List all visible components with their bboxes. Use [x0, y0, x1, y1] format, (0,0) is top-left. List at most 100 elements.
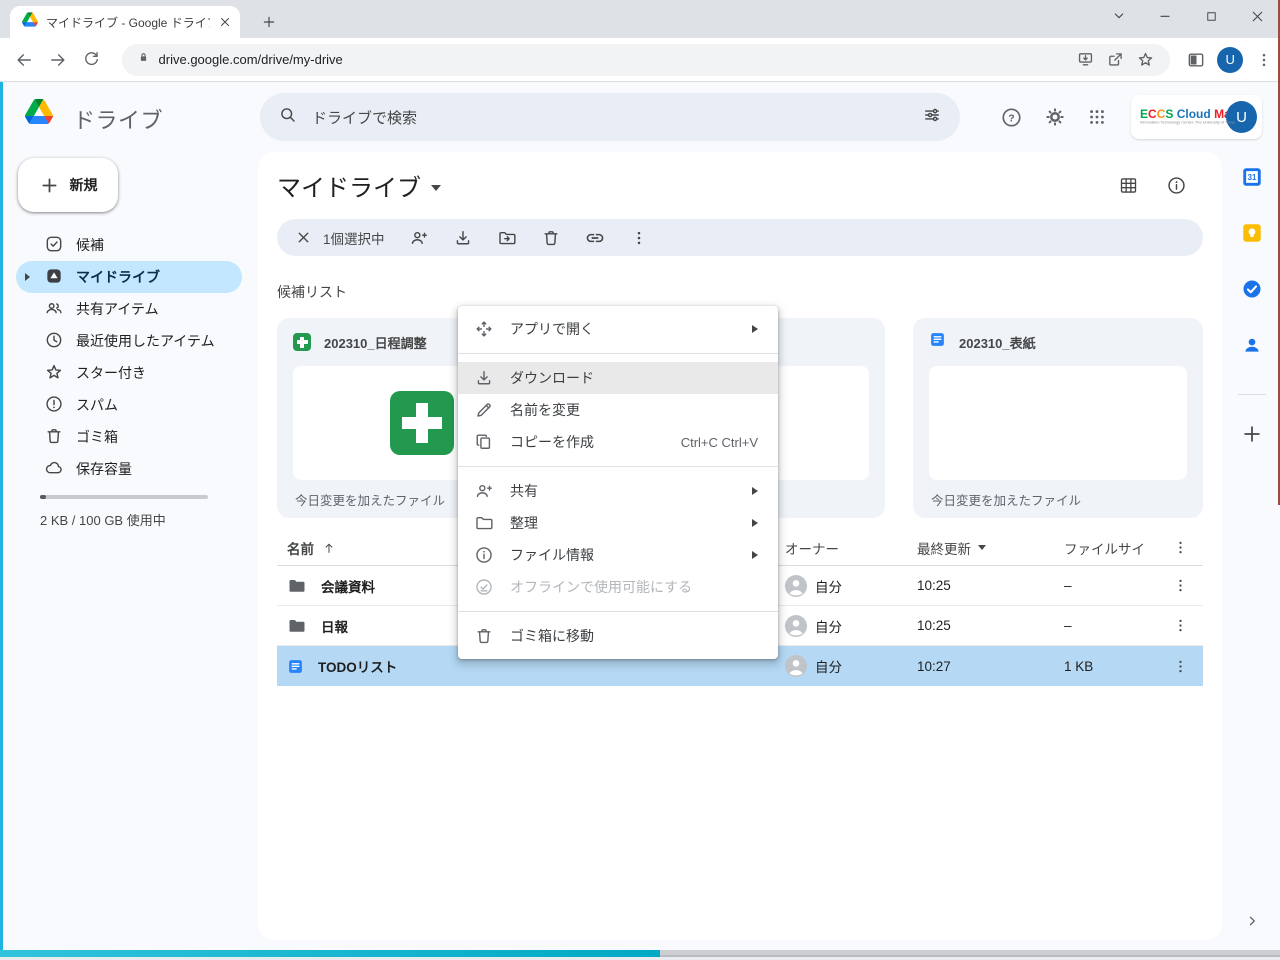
- sidebar-item-storage[interactable]: 保存容量: [16, 453, 242, 485]
- submenu-arrow-icon: [752, 325, 758, 333]
- browser-tab[interactable]: マイドライブ - Google ドライブ: [10, 6, 240, 38]
- search-icon[interactable]: [278, 105, 298, 130]
- menu-item-download[interactable]: ダウンロード: [458, 362, 778, 394]
- install-icon[interactable]: [1070, 50, 1100, 69]
- side-panel-icon[interactable]: [1180, 44, 1212, 76]
- address-bar[interactable]: drive.google.com/drive/my-drive: [122, 44, 1171, 76]
- modified-time: 10:25: [917, 566, 951, 605]
- sidebar-item-trash[interactable]: ゴミ箱: [16, 421, 242, 453]
- file-card-docs[interactable]: 202310_表紙 今日変更を加えたファイル: [913, 318, 1203, 518]
- menu-item-rename[interactable]: 名前を変更: [458, 394, 778, 426]
- trash-icon: [474, 626, 494, 646]
- column-name[interactable]: 名前: [287, 530, 336, 565]
- menu-item-move-to-trash[interactable]: ゴミ箱に移動: [458, 620, 778, 652]
- sidebar-item-my-drive[interactable]: マイドライブ: [16, 261, 242, 293]
- folder-icon: [474, 513, 494, 533]
- keep-icon[interactable]: [1238, 219, 1266, 247]
- sidebar-item-starred[interactable]: スター付き: [16, 357, 242, 389]
- sidebar-item-suggested[interactable]: 候補: [16, 229, 242, 261]
- close-window-button[interactable]: [1234, 0, 1280, 32]
- contacts-icon[interactable]: [1238, 331, 1266, 359]
- browser-menu-icon[interactable]: [1248, 44, 1280, 76]
- page-title[interactable]: マイドライブ: [277, 168, 441, 203]
- clear-selection-icon[interactable]: [285, 220, 321, 256]
- new-button[interactable]: 新規: [18, 158, 118, 212]
- menu-item-share[interactable]: 共有: [458, 475, 778, 507]
- column-owner[interactable]: オーナー: [785, 530, 839, 565]
- search-bar[interactable]: ドライブで検索: [260, 93, 960, 141]
- sidebar-item-shared[interactable]: 共有アイテム: [16, 293, 242, 325]
- owner-name: 自分: [815, 616, 842, 636]
- menu-item-organize[interactable]: 整理: [458, 507, 778, 539]
- browser-tab-bar: マイドライブ - Google ドライブ: [0, 0, 1280, 38]
- new-tab-button[interactable]: [255, 8, 283, 36]
- share-person-add-icon[interactable]: [401, 220, 437, 256]
- menu-item-file-info[interactable]: ファイル情報: [458, 539, 778, 571]
- docs-file-icon: [929, 331, 946, 353]
- approved-check-icon: [44, 234, 64, 257]
- submenu-arrow-icon: [752, 487, 758, 495]
- copy-link-icon[interactable]: [577, 220, 613, 256]
- move-to-folder-icon[interactable]: [489, 220, 525, 256]
- search-input[interactable]: ドライブで検索: [312, 107, 922, 128]
- menu-item-open-with[interactable]: アプリで開く: [458, 313, 778, 345]
- folder-icon: [287, 576, 307, 596]
- sheets-logo-large-icon: [390, 391, 454, 455]
- expand-arrow-icon[interactable]: [25, 273, 30, 281]
- star-icon: [44, 362, 64, 385]
- maximize-button[interactable]: [1188, 0, 1234, 32]
- svg-text:31: 31: [1248, 173, 1257, 182]
- calendar-icon[interactable]: 31: [1238, 163, 1266, 191]
- apps-grid-icon[interactable]: [1077, 97, 1117, 137]
- my-drive-icon: [44, 266, 64, 289]
- column-modified[interactable]: 最終更新: [917, 530, 986, 565]
- tab-close-icon[interactable]: [218, 15, 232, 29]
- context-menu: アプリで開く ダウンロード 名前を変更 コピーを作成 Ctrl+C Ctrl+V…: [458, 306, 778, 659]
- help-icon[interactable]: ?: [991, 97, 1031, 137]
- forward-button[interactable]: [42, 44, 74, 76]
- search-options-icon[interactable]: [922, 105, 942, 130]
- menu-divider: [458, 353, 778, 354]
- show-side-panel-icon[interactable]: [1238, 907, 1266, 935]
- row-more-icon[interactable]: [1165, 646, 1195, 686]
- row-more-icon[interactable]: [1165, 606, 1195, 645]
- bookmark-star-icon[interactable]: [1130, 50, 1160, 69]
- download-icon[interactable]: [445, 220, 481, 256]
- owner-avatar: [785, 615, 807, 637]
- drive-favicon: [22, 12, 38, 32]
- menu-item-make-copy[interactable]: コピーを作成 Ctrl+C Ctrl+V: [458, 426, 778, 458]
- window-controls: [1096, 0, 1280, 32]
- grid-view-toggle-icon[interactable]: [1108, 165, 1148, 205]
- pencil-icon: [474, 400, 494, 420]
- info-icon: [474, 545, 494, 565]
- drive-logo[interactable]: [25, 99, 53, 129]
- more-actions-icon[interactable]: [621, 220, 657, 256]
- settings-gear-icon[interactable]: [1035, 97, 1075, 137]
- account-chip[interactable]: ECCS Cloud Mail Information Technology C…: [1131, 95, 1262, 139]
- menu-item-offline: オフラインで使用可能にする: [458, 571, 778, 603]
- tasks-icon[interactable]: [1238, 275, 1266, 303]
- tab-search-icon[interactable]: [1096, 0, 1142, 32]
- trash-icon: [44, 426, 64, 449]
- row-more-icon[interactable]: [1165, 566, 1195, 605]
- get-add-ons-icon[interactable]: [1238, 420, 1266, 448]
- trash-icon[interactable]: [533, 220, 569, 256]
- column-size[interactable]: ファイルサイ: [1064, 530, 1145, 565]
- browser-profile-avatar[interactable]: U: [1214, 44, 1246, 76]
- header-more-icon[interactable]: [1165, 530, 1195, 565]
- account-avatar[interactable]: U: [1226, 101, 1257, 133]
- tab-title: マイドライブ - Google ドライブ: [46, 14, 210, 31]
- lock-icon[interactable]: [136, 50, 151, 70]
- owner-avatar: [785, 655, 807, 677]
- reload-button[interactable]: [76, 44, 108, 76]
- sidebar-item-spam[interactable]: スパム: [16, 389, 242, 421]
- sidebar-item-recent[interactable]: 最近使用したアイテム: [16, 325, 242, 357]
- new-button-label: 新規: [70, 175, 98, 195]
- details-info-icon[interactable]: [1156, 165, 1196, 205]
- sidebar-nav: 候補 マイドライブ 共有アイテム 最近使用したアイテム スター付き: [16, 229, 242, 485]
- copy-icon: [474, 432, 494, 452]
- share-icon[interactable]: [1100, 50, 1130, 69]
- modified-time: 10:25: [917, 606, 951, 645]
- minimize-button[interactable]: [1142, 0, 1188, 32]
- back-button[interactable]: [8, 44, 40, 76]
